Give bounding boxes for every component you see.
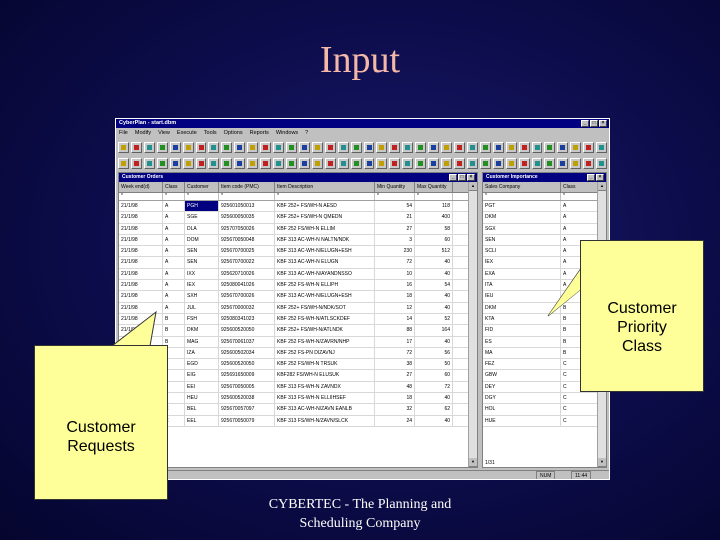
callout-text: Requests	[67, 438, 135, 455]
footer-line: CYBERTEC - The Planning and	[268, 497, 452, 512]
slide-footer: CYBERTEC - The Planning and Scheduling C…	[240, 495, 480, 533]
callout-text: Customer	[66, 419, 136, 436]
footer-line: Scheduling Company	[299, 516, 421, 531]
callout-text: Priority	[617, 319, 667, 336]
callout-customer-requests: Customer Requests	[34, 345, 168, 500]
callout-text: Class	[621, 338, 662, 355]
callout-text: Customer	[607, 300, 677, 317]
callout-customer-priority-class: Customer Priority Class	[580, 240, 704, 392]
